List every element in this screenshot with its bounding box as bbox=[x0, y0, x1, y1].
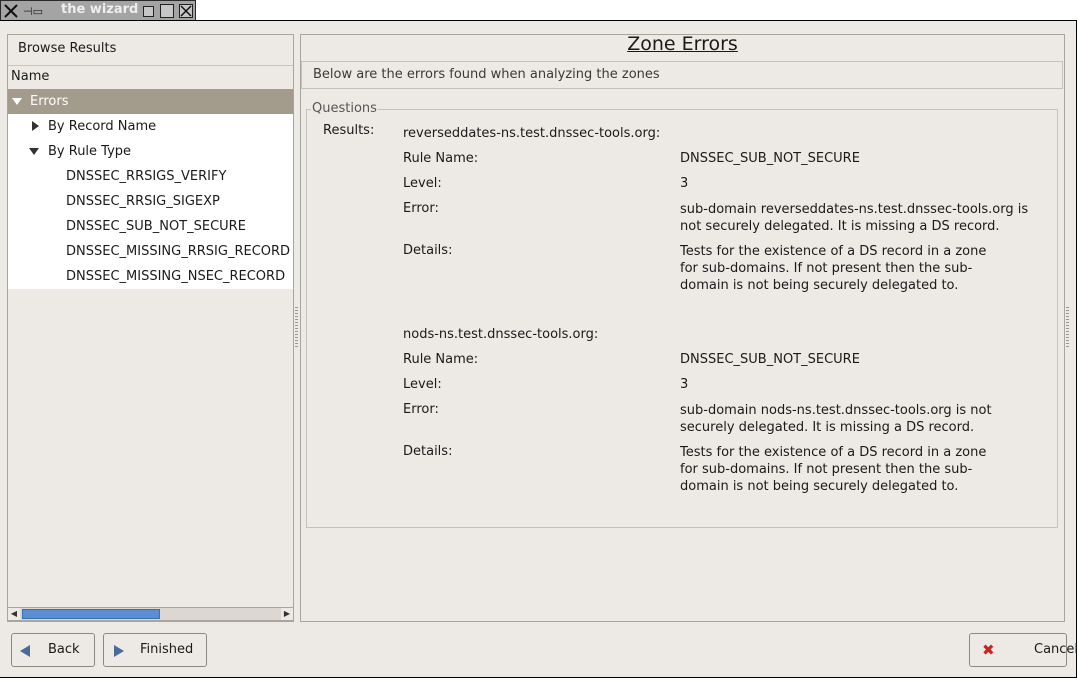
tree-item-rule[interactable]: DNSSEC_MISSING_RRSIG_RECORD bbox=[8, 239, 293, 264]
cancel-button[interactable]: ✖ Cancel bbox=[969, 633, 1078, 667]
finished-button-label: Finished bbox=[140, 642, 194, 657]
details-value: Tests for the existence of a DS record i… bbox=[680, 445, 987, 494]
error-label: Error: bbox=[403, 402, 439, 417]
forward-arrow-icon bbox=[114, 645, 124, 657]
page-title: Zone Errors bbox=[627, 33, 738, 55]
horizontal-scrollbar[interactable]: ◀ ▶ bbox=[7, 607, 294, 621]
results-tree: Errors By Record Name By Rule Type DNSSE… bbox=[8, 89, 293, 289]
tree-item-rule[interactable]: DNSSEC_SUB_NOT_SECURE bbox=[8, 214, 293, 239]
tree-item-label: By Rule Type bbox=[48, 144, 132, 159]
level-label: Level: bbox=[403, 377, 442, 392]
window-titlebar[interactable]: ⊣▭ the wizard bbox=[0, 0, 196, 21]
tree-item-label: DNSSEC_MISSING_RRSIG_RECORD bbox=[66, 244, 291, 259]
browse-results-panel: Browse Results Name Errors By Record Nam… bbox=[7, 34, 294, 622]
close-x-icon[interactable] bbox=[4, 4, 18, 18]
details-value: Tests for the existence of a DS record i… bbox=[680, 244, 987, 293]
back-arrow-icon bbox=[20, 645, 30, 657]
error-value: sub-domain reverseddates-ns.test.dnssec-… bbox=[680, 202, 1029, 234]
tree-item-by-rule-type[interactable]: By Rule Type bbox=[8, 139, 293, 164]
description-box: Below are the errors found when analyzin… bbox=[301, 61, 1063, 89]
shade-icon[interactable] bbox=[143, 6, 154, 17]
level-value: 3 bbox=[680, 176, 689, 191]
finished-button[interactable]: Finished bbox=[103, 633, 207, 667]
questions-frame-label: Questions bbox=[311, 101, 378, 116]
tree-item-errors[interactable]: Errors bbox=[8, 89, 293, 114]
tree-item-rule[interactable]: DNSSEC_RRSIGS_VERIFY bbox=[8, 164, 293, 189]
back-button[interactable]: Back bbox=[11, 633, 95, 667]
results-label: Results: bbox=[323, 123, 375, 138]
level-value: 3 bbox=[680, 377, 689, 392]
tree-item-by-record-name[interactable]: By Record Name bbox=[8, 114, 293, 139]
maximize-icon[interactable] bbox=[160, 4, 174, 18]
expander-down-icon[interactable] bbox=[29, 148, 39, 155]
rule-name-label: Rule Name: bbox=[403, 151, 479, 166]
rule-name-label: Rule Name: bbox=[403, 352, 479, 367]
cancel-button-label: Cancel bbox=[1034, 642, 1078, 657]
tree-item-label: DNSSEC_SUB_NOT_SECURE bbox=[66, 219, 246, 234]
name-column-header[interactable]: Name bbox=[8, 65, 293, 89]
scroll-right-icon[interactable]: ▶ bbox=[281, 608, 293, 620]
wizard-window: Browse Results Name Errors By Record Nam… bbox=[0, 20, 1078, 678]
pin-icon[interactable]: ⊣▭ bbox=[23, 5, 43, 18]
tree-item-rule[interactable]: DNSSEC_RRSIG_SIGEXP bbox=[8, 189, 293, 214]
window-title: the wizard bbox=[61, 2, 139, 17]
tree-item-rule[interactable]: DNSSEC_MISSING_NSEC_RECORD bbox=[8, 264, 293, 289]
zone-name: reverseddates-ns.test.dnssec-tools.org: bbox=[403, 126, 661, 141]
close-icon[interactable] bbox=[179, 4, 193, 18]
back-button-label: Back bbox=[48, 642, 80, 657]
scroll-thumb[interactable] bbox=[22, 609, 160, 619]
expander-down-icon[interactable] bbox=[12, 98, 22, 105]
tree-item-label: By Record Name bbox=[48, 119, 157, 134]
tree-item-label: DNSSEC_MISSING_NSEC_RECORD bbox=[66, 269, 286, 284]
rule-name-value: DNSSEC_SUB_NOT_SECURE bbox=[680, 352, 860, 367]
cancel-x-icon: ✖ bbox=[982, 641, 995, 659]
pane-resize-handle-right[interactable] bbox=[1066, 307, 1069, 347]
expander-right-icon[interactable] bbox=[32, 121, 39, 131]
tree-item-label: DNSSEC_RRSIG_SIGEXP bbox=[66, 194, 220, 209]
rule-name-value: DNSSEC_SUB_NOT_SECURE bbox=[680, 151, 860, 166]
tree-item-label: Errors bbox=[30, 94, 69, 109]
details-label: Details: bbox=[403, 243, 453, 258]
error-label: Error: bbox=[403, 201, 439, 216]
error-value: sub-domain nods-ns.test.dnssec-tools.org… bbox=[680, 403, 992, 435]
level-label: Level: bbox=[403, 176, 442, 191]
pane-resize-handle[interactable] bbox=[295, 307, 298, 347]
details-label: Details: bbox=[403, 444, 453, 459]
scroll-left-icon[interactable]: ◀ bbox=[8, 608, 20, 620]
browse-results-title: Browse Results bbox=[18, 41, 117, 56]
tree-item-label: DNSSEC_RRSIGS_VERIFY bbox=[66, 169, 227, 184]
zone-name: nods-ns.test.dnssec-tools.org: bbox=[403, 327, 599, 342]
